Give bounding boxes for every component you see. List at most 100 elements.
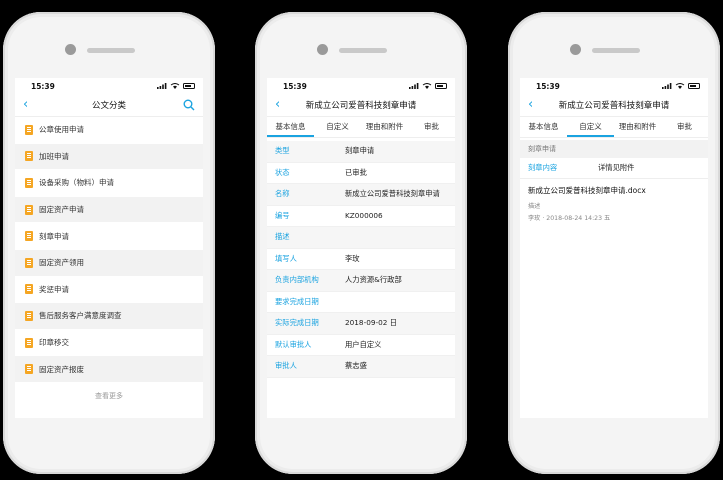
table-row: 编号 KZ000006 bbox=[267, 206, 455, 227]
tab-bar: 基本信息 自定义 理由和附件 审批 bbox=[520, 117, 708, 138]
row-label: 描述 bbox=[275, 232, 290, 242]
page-title: 公文分类 bbox=[91, 101, 126, 111]
camera bbox=[65, 44, 76, 55]
list-item[interactable]: 固定资产申请 bbox=[15, 196, 203, 224]
list-item-label: 固定资产领用 bbox=[39, 258, 84, 268]
attachment-description: 描述 bbox=[528, 203, 541, 210]
tab-reason-attachments[interactable]: 理由和附件 bbox=[614, 117, 661, 137]
custom-row: 刻章内容 详情见附件 bbox=[520, 158, 708, 179]
table-row: 描述 bbox=[267, 227, 455, 249]
wifi-icon bbox=[675, 83, 685, 89]
list-item[interactable]: 固定资产领用 bbox=[15, 249, 203, 277]
table-row: 实际完成日期 2018-09-02 日 bbox=[267, 313, 455, 335]
document-icon bbox=[25, 231, 33, 242]
list-item-label: 公章使用申请 bbox=[39, 125, 84, 135]
list-item[interactable]: 印章移交 bbox=[15, 330, 203, 357]
info-table: 类型 刻章申请 状态 已审批 名称 新成立公司爱普科技刻章申请 编号 KZ000006 … bbox=[267, 141, 455, 378]
speaker bbox=[87, 48, 135, 53]
list-item[interactable]: 固定资产报废 bbox=[15, 356, 203, 383]
speaker bbox=[592, 48, 640, 53]
status-bar: 15:39 bbox=[15, 78, 203, 94]
table-row: 要求完成日期 bbox=[267, 292, 455, 313]
document-icon bbox=[25, 337, 33, 348]
table-row: 默认审批人 用户自定义 bbox=[267, 335, 455, 356]
row-label: 要求完成日期 bbox=[275, 296, 319, 306]
row-value: 详情见附件 bbox=[598, 163, 635, 172]
row-label: 默认审批人 bbox=[275, 339, 312, 349]
category-list: 公章使用申请 加班申请 设备采购（物料）申请 固定资产申请 刻章申请 固定资产领… bbox=[15, 117, 203, 383]
attachment-item[interactable]: 新成立公司爱普科技刻章申请.docx 描述 李玫 · 2018-08-24 14… bbox=[520, 179, 708, 228]
list-item-label: 加班申请 bbox=[39, 151, 69, 161]
wifi-icon bbox=[170, 83, 180, 89]
status-time: 15:39 bbox=[283, 81, 307, 91]
attachment-filename[interactable]: 新成立公司爱普科技刻章申请.docx bbox=[528, 185, 700, 196]
document-icon bbox=[25, 204, 33, 215]
status-time: 15:39 bbox=[31, 81, 55, 91]
row-value: 已审批 bbox=[345, 167, 367, 177]
tab-basic-info[interactable]: 基本信息 bbox=[267, 117, 314, 137]
table-row: 负责内部机构 人力资源&行政部 bbox=[267, 270, 455, 292]
table-row: 名称 新成立公司爱普科技刻章申请 bbox=[267, 184, 455, 206]
list-item-label: 设备采购（物料）申请 bbox=[39, 178, 114, 188]
list-item-label: 固定资产申请 bbox=[39, 205, 84, 215]
document-icon bbox=[25, 124, 33, 135]
wifi-icon bbox=[422, 83, 432, 89]
signal-icon bbox=[409, 83, 419, 89]
row-value: 蔡志盛 bbox=[345, 361, 367, 371]
row-value: 2018-09-02 日 bbox=[345, 318, 398, 328]
list-item[interactable]: 加班申请 bbox=[15, 143, 203, 171]
status-time: 15:39 bbox=[536, 81, 560, 91]
list-item[interactable]: 刻章申请 bbox=[15, 223, 203, 250]
table-row: 审批人 蔡志盛 bbox=[267, 356, 455, 378]
row-label: 类型 bbox=[275, 146, 290, 156]
list-item-label: 奖惩申请 bbox=[39, 284, 69, 294]
list-item-label: 印章移交 bbox=[39, 338, 69, 348]
row-label: 负责内部机构 bbox=[275, 275, 319, 285]
tab-custom[interactable]: 自定义 bbox=[314, 117, 361, 137]
list-item[interactable]: 公章使用申请 bbox=[15, 117, 203, 144]
tab-approval[interactable]: 审批 bbox=[408, 117, 455, 137]
document-icon bbox=[25, 177, 33, 188]
tab-reason-attachments[interactable]: 理由和附件 bbox=[361, 117, 408, 137]
phone-2: 15:39 ‹ 新成立公司爱普科技刻章申请 基本信息 自定义 理由和附件 审批 … bbox=[255, 12, 467, 474]
tab-custom[interactable]: 自定义 bbox=[567, 117, 614, 137]
speaker bbox=[339, 48, 387, 53]
row-label: 刻章内容 bbox=[528, 163, 558, 172]
nav-bar: ‹ 新成立公司爱普科技刻章申请 bbox=[520, 94, 708, 117]
list-item-label: 售后服务客户满意度调查 bbox=[39, 311, 122, 321]
back-icon[interactable]: ‹ bbox=[528, 97, 533, 113]
battery-icon bbox=[183, 83, 195, 89]
document-icon bbox=[25, 284, 33, 295]
row-value: 李玫 bbox=[345, 253, 360, 263]
table-row: 填写人 李玫 bbox=[267, 249, 455, 270]
phone-1: 15:39 ‹ 公文分类 公章使用申请 加班申请 设备采购（物料）申请 固定资产… bbox=[3, 12, 215, 474]
phone-3: 15:39 ‹ 新成立公司爱普科技刻章申请 基本信息 自定义 理由和附件 审批 … bbox=[508, 12, 720, 474]
list-item-label: 固定资产报废 bbox=[39, 364, 84, 374]
row-value: 新成立公司爱普科技刻章申请 bbox=[345, 189, 440, 199]
list-item[interactable]: 奖惩申请 bbox=[15, 277, 203, 304]
back-icon[interactable]: ‹ bbox=[23, 97, 28, 113]
row-value: 刻章申请 bbox=[345, 146, 375, 156]
list-item-label: 刻章申请 bbox=[39, 231, 69, 241]
row-value: 人力资源&行政部 bbox=[345, 275, 402, 285]
battery-icon bbox=[435, 83, 447, 89]
table-row: 类型 刻章申请 bbox=[267, 141, 455, 163]
search-icon[interactable] bbox=[183, 99, 195, 111]
camera bbox=[570, 44, 581, 55]
document-icon bbox=[25, 310, 33, 321]
tab-approval[interactable]: 审批 bbox=[661, 117, 708, 137]
row-value: KZ000006 bbox=[345, 211, 383, 221]
row-label: 名称 bbox=[275, 189, 290, 199]
view-more-link[interactable]: 查看更多 bbox=[15, 391, 203, 401]
document-icon bbox=[25, 257, 33, 268]
back-icon[interactable]: ‹ bbox=[275, 97, 280, 113]
status-bar: 15:39 bbox=[267, 78, 455, 94]
row-label: 实际完成日期 bbox=[275, 318, 319, 328]
tab-basic-info[interactable]: 基本信息 bbox=[520, 117, 567, 137]
screen: 15:39 ‹ 新成立公司爱普科技刻章申请 基本信息 自定义 理由和附件 审批 … bbox=[267, 78, 455, 418]
page-title: 新成立公司爱普科技刻章申请 bbox=[305, 101, 417, 111]
signal-icon bbox=[662, 83, 672, 89]
list-item[interactable]: 售后服务客户满意度调查 bbox=[15, 303, 203, 330]
list-item[interactable]: 设备采购（物料）申请 bbox=[15, 170, 203, 197]
row-label: 状态 bbox=[275, 167, 290, 177]
